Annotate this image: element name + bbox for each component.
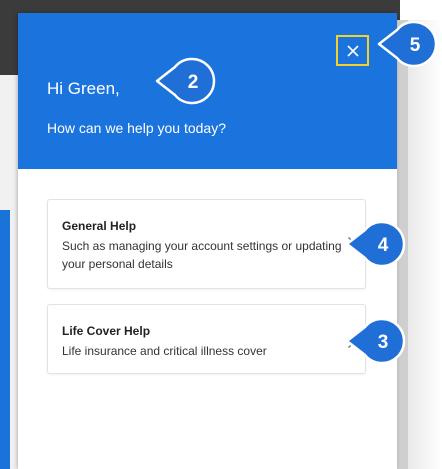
callout-marker-4: 4 [345,220,406,268]
callout-number: 3 [378,332,389,353]
life-cover-help-description: Life insurance and critical illness cove… [62,344,267,358]
callout-marker-5: 5 [377,20,438,68]
general-help-option[interactable]: General Help Such as managing your accou… [47,199,366,289]
callout-marker-2: 2 [155,57,216,105]
close-icon [346,44,359,57]
life-cover-help-option[interactable]: Life Cover Help Life insurance and criti… [47,304,366,374]
general-help-description: Such as managing your account settings o… [62,239,342,271]
callout-marker-3: 3 [345,317,406,365]
background-margin [408,20,442,469]
greeting-text: Hi Green, [47,79,120,98]
life-cover-help-title: Life Cover Help [62,324,151,338]
close-button[interactable] [336,35,369,66]
callout-number: 2 [188,72,199,93]
callout-number: 5 [410,35,421,56]
callout-number: 4 [378,235,389,256]
background-accent-strip [0,210,10,469]
help-prompt-text: How can we help you today? [47,120,226,136]
general-help-title: General Help [62,219,137,233]
